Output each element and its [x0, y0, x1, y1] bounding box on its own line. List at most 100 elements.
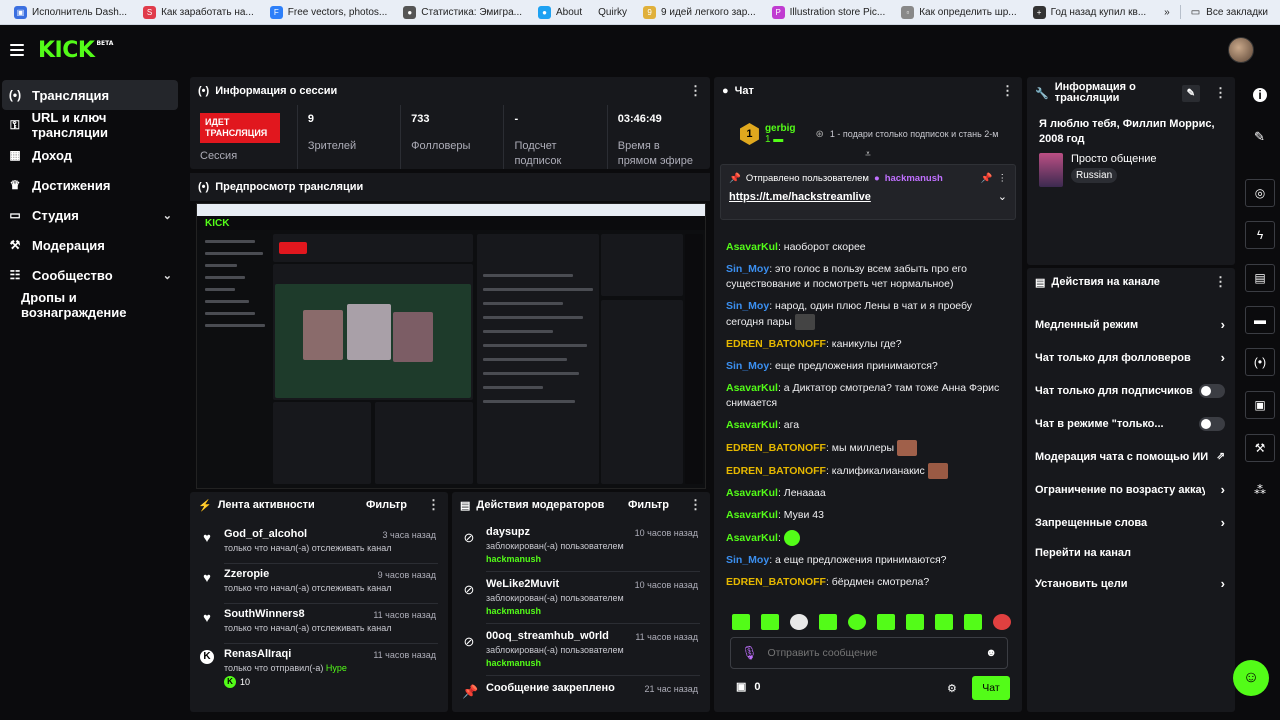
sidebar-item-income[interactable]: ▦ Доход — [0, 140, 182, 170]
emote-icon[interactable] — [761, 614, 779, 630]
chat-icon[interactable]: ▬ — [1245, 306, 1275, 334]
action-set-goals[interactable]: Установить цели › — [1027, 567, 1235, 600]
users-icon[interactable]: ⁂ — [1254, 483, 1266, 497]
heart-icon: ♥ — [203, 530, 211, 545]
more-icon[interactable]: ⋮ — [1214, 274, 1227, 290]
stream-preview-image[interactable]: KICK — [196, 203, 706, 489]
bookmark-9[interactable]: + Год назад купил кв... — [1025, 0, 1155, 25]
more-icon[interactable]: ⋮ — [689, 497, 702, 513]
emote-icon[interactable] — [906, 614, 924, 630]
wrench-icon: 🔧 — [1035, 87, 1049, 100]
list-icon[interactable]: ▤ — [1245, 264, 1275, 292]
emote-only-toggle[interactable] — [1199, 416, 1225, 431]
stream-info-panel: 🔧 Информация о трансляции ✎ ⋮ Я люблю тебя,… — [1027, 77, 1235, 265]
pinned-message[interactable]: 📌 Отправлено пользователем ● hackmanush 📌 ⋮ h… — [720, 164, 1016, 220]
chevron-right-icon[interactable]: » — [1164, 7, 1170, 18]
settings-icon[interactable]: ⚙ — [947, 682, 957, 695]
chat-message-input[interactable] — [767, 647, 976, 659]
chevron-down-icon[interactable]: ⌄ — [998, 190, 1007, 203]
sidebar-item-moderation[interactable]: ⚒ Модерация — [0, 230, 182, 260]
mic-icon: 🎙 — [741, 645, 758, 660]
emote-icon[interactable] — [964, 614, 982, 630]
wrench-icon[interactable]: ⚒ — [1245, 434, 1275, 462]
more-icon[interactable]: ⋮ — [1214, 85, 1227, 101]
edit-icon[interactable]: ✎ — [1181, 84, 1200, 102]
unpin-icon[interactable]: 📌 — [981, 173, 993, 184]
bookmark-4[interactable]: ● About — [530, 0, 590, 25]
user-avatar[interactable] — [1228, 37, 1254, 63]
all-bookmarks[interactable]: Все закладки — [1206, 7, 1268, 18]
video-icon[interactable]: ▣ — [1245, 391, 1275, 419]
session-info-panel: (•) Информация о сессии ⋮ ИДЕТ ТРАНСЛЯЦИЯ … — [190, 77, 710, 169]
sidebar-item-achievements[interactable]: ♛ Достижения — [0, 170, 182, 200]
info-icon[interactable]: i — [1253, 88, 1267, 102]
chart-icon: ▦ — [9, 148, 21, 162]
sidebar: (•) Трансляция ⚿ URL и ключ трансляции ▦ До… — [0, 80, 182, 320]
category-name[interactable]: Просто общение — [1071, 153, 1157, 165]
chat-input[interactable]: 🎙 ☻ — [730, 637, 1008, 669]
more-icon[interactable]: ⋮ — [1001, 83, 1014, 99]
bookmark-3[interactable]: ● Статистика: Эмигра... — [395, 0, 530, 25]
kick-logo[interactable]: KICK BETA — [38, 38, 113, 63]
more-icon[interactable]: ⋮ — [689, 83, 702, 99]
live-badge: ИДЕТ ТРАНСЛЯЦИЯ — [200, 113, 280, 143]
clip-icon[interactable]: ◎ — [1245, 179, 1275, 207]
action-banned-words[interactable]: Запрещенные слова › — [1027, 506, 1235, 539]
bookmark-1[interactable]: S Как заработать на... — [135, 0, 262, 25]
bookmark-6[interactable]: 99 идей легкого зар... — [635, 0, 764, 25]
sidebar-item-drops[interactable]: Дропы и вознаграждение — [0, 290, 182, 320]
pin-icon: 📌 — [462, 684, 479, 699]
more-icon[interactable]: ⋮ — [427, 497, 440, 513]
filter-button[interactable]: Фильтр — [366, 499, 407, 511]
sidebar-item-community[interactable]: ☷ Сообщество ⌄ — [0, 260, 182, 290]
chat-message: AsavarKul: наоборот скорее — [726, 241, 866, 253]
globe-icon: ● — [403, 5, 417, 19]
emote-icon[interactable] — [848, 614, 866, 630]
action-go-to-channel[interactable]: Перейти на канал — [1027, 539, 1235, 567]
pin-icon: 📌 — [729, 173, 741, 184]
bookmark-0[interactable]: ▣ Исполнитель Dash... — [6, 0, 135, 25]
chat-message: AsavarKul: ага — [726, 419, 800, 431]
action-followers-only[interactable]: Чат только для фолловеров › — [1027, 341, 1235, 374]
action-slow-mode[interactable]: Медленный режим › — [1027, 308, 1235, 341]
sidebar-item-stream[interactable]: (•) Трансляция — [2, 80, 178, 110]
emote-icon[interactable] — [935, 614, 953, 630]
bookmark-5[interactable]: Quirky — [590, 0, 635, 25]
filter-button[interactable]: Фильтр — [628, 499, 669, 511]
more-icon[interactable]: ⋮ — [998, 173, 1008, 184]
bookmark-2[interactable]: F Free vectors, photos... — [262, 0, 396, 25]
bookmark-7[interactable]: P Illustration store Pic... — [764, 0, 894, 25]
list-item: ♥ God_of_alcohol только что начал(-а) отс… — [190, 526, 448, 566]
emoji-icon[interactable]: ☻ — [985, 647, 997, 659]
emote-icon[interactable] — [790, 614, 808, 630]
subscribers-only-toggle[interactable] — [1199, 383, 1225, 398]
emote-icon[interactable] — [877, 614, 895, 630]
gift-box-icon[interactable]: ▣ — [736, 680, 746, 693]
emote-icon[interactable] — [819, 614, 837, 630]
category-thumbnail[interactable] — [1039, 153, 1063, 187]
sidebar-item-studio[interactable]: ▭ Студия ⌄ — [0, 200, 182, 230]
bookmark-8[interactable]: ▫ Как определить шр... — [893, 0, 1024, 25]
gift-icon: ▬ — [773, 134, 784, 145]
support-chat-icon[interactable]: ☺ — [1233, 660, 1269, 696]
bookmark-icon: ▣ — [14, 5, 27, 19]
list-icon: ▤ — [460, 499, 471, 512]
broadcast-icon: (•) — [8, 88, 22, 102]
language-tag: Russian — [1071, 168, 1118, 183]
list-item: 📌 Сообщение закреплено 21 час назад — [462, 682, 698, 699]
menu-icon[interactable] — [10, 44, 24, 56]
rank-badge: 1 — [740, 123, 759, 145]
emote-icon[interactable] — [732, 614, 750, 630]
list-item: ♥ Zzeropie только что начал(-а) отслежива… — [190, 566, 448, 606]
pinned-link[interactable]: https://t.me/hackstreamlive — [729, 191, 871, 203]
emote-icon[interactable] — [993, 614, 1011, 630]
action-age-restriction[interactable]: Ограничение по возрасту аккау › — [1027, 473, 1235, 506]
bolt-icon[interactable]: ϟ — [1245, 221, 1275, 249]
sidebar-item-url-key[interactable]: ⚿ URL и ключ трансляции — [0, 110, 182, 140]
broadcast-icon[interactable]: (•) — [1245, 348, 1275, 376]
send-chat-button[interactable]: Чат — [972, 676, 1010, 700]
edit-icon[interactable]: ✎ — [1254, 129, 1265, 145]
scroll-collapse-icon[interactable]: ⩡ — [714, 149, 1022, 160]
action-ai-moderation[interactable]: Модерация чата с помощью ИИ ⇗ — [1027, 440, 1235, 473]
chevron-down-icon: ⌄ — [162, 209, 172, 222]
